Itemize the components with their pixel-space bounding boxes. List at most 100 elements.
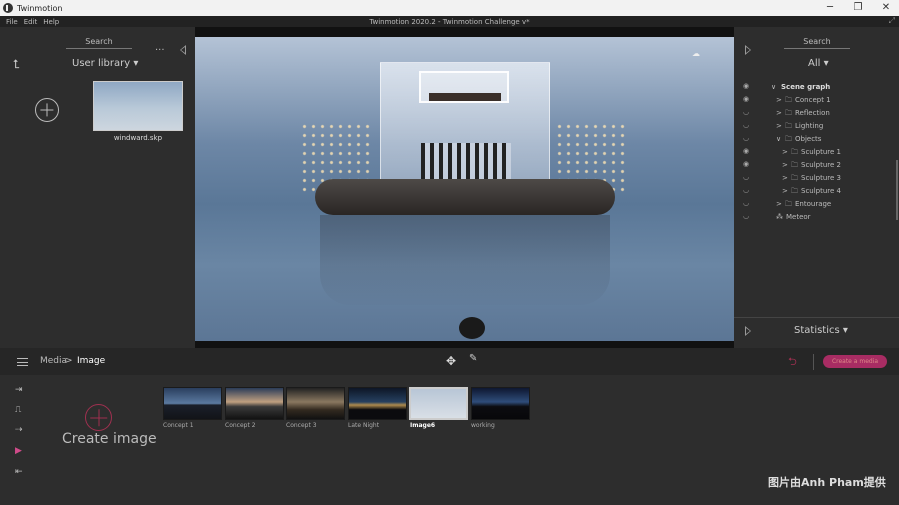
more-options-icon[interactable]: ... xyxy=(155,42,165,53)
menu-hamburger-icon[interactable] xyxy=(17,358,28,366)
path-icon[interactable]: ⇢ xyxy=(15,425,23,435)
scene-graph-label[interactable]: Reflection xyxy=(795,109,830,117)
expand-chevron-icon[interactable]: ∨ xyxy=(771,83,776,91)
expand-chevron-icon[interactable]: > xyxy=(782,174,788,182)
visibility-eye-icon[interactable]: ◡ xyxy=(743,121,749,129)
settings-icon[interactable]: ⎍ xyxy=(15,405,21,415)
visibility-eye-icon[interactable]: ◉ xyxy=(743,82,749,90)
scene-graph-label[interactable]: Lighting xyxy=(795,122,823,130)
create-image-plus-icon[interactable] xyxy=(85,404,112,431)
toolbar-separator xyxy=(813,354,814,370)
sculpture-building[interactable] xyxy=(380,62,550,192)
object-icon[interactable]: ⁂ xyxy=(776,213,783,221)
visibility-eye-icon[interactable]: ◉ xyxy=(743,95,749,103)
scene-graph-row[interactable]: ◡ > 🗀 Sculpture 3 xyxy=(734,173,899,186)
scene-graph-row[interactable]: ◡ > 🗀 Entourage xyxy=(734,199,899,212)
watermark-text: 图片由Anh Pham提供 xyxy=(768,476,886,489)
media-caption: working xyxy=(471,422,495,429)
visibility-eye-icon[interactable]: ◡ xyxy=(743,186,749,194)
3d-viewport[interactable]: ☁ xyxy=(195,27,734,348)
folder-icon: 🗀 xyxy=(785,122,792,130)
create-media-button[interactable]: Create a media xyxy=(823,355,887,368)
media-thumb-late-night[interactable] xyxy=(348,387,407,420)
library-thumbnail[interactable] xyxy=(93,81,183,131)
statistics-expand-icon[interactable] xyxy=(745,326,751,336)
expand-chevron-icon[interactable]: > xyxy=(776,109,782,117)
viewport-scene[interactable]: ☁ xyxy=(195,37,734,341)
statistics-dropdown[interactable]: Statistics ▾ xyxy=(794,325,848,336)
visibility-eye-icon[interactable]: ◡ xyxy=(743,212,749,220)
folder-icon: 🗀 xyxy=(785,96,792,104)
expand-chevron-icon[interactable]: > xyxy=(782,148,788,156)
scene-graph-label[interactable]: Sculpture 2 xyxy=(801,161,841,169)
scene-graph-label[interactable]: Objects xyxy=(795,135,821,143)
scene-panel-scrollbar[interactable] xyxy=(896,160,898,220)
scene-graph-row[interactable]: ◉ > 🗀 Sculpture 2 xyxy=(734,160,899,173)
meteor-object[interactable] xyxy=(459,317,485,339)
scene-graph-label[interactable]: Meteor xyxy=(786,213,811,221)
add-import-icon[interactable] xyxy=(35,98,59,122)
visibility-eye-icon[interactable]: ◡ xyxy=(743,199,749,207)
visibility-eye-icon[interactable]: ◉ xyxy=(743,147,749,155)
collapse-left-panel-icon[interactable] xyxy=(180,45,186,55)
scene-graph-label[interactable]: Sculpture 3 xyxy=(801,174,841,182)
create-image-label[interactable]: Create image xyxy=(62,431,157,447)
scene-filter-dropdown[interactable]: All ▾ xyxy=(808,58,829,69)
fullscreen-icon[interactable]: ⤢ xyxy=(889,16,895,26)
scene-search-label[interactable]: Search xyxy=(784,37,850,46)
expand-chevron-icon[interactable]: > xyxy=(782,187,788,195)
import-icon[interactable]: ⇥ xyxy=(15,385,23,395)
scene-graph-label[interactable]: Sculpture 4 xyxy=(801,187,841,195)
scene-graph-row[interactable]: ◉ > 🗀 Concept 1 xyxy=(734,95,899,108)
close-button[interactable]: ✕ xyxy=(871,0,899,16)
title-bar: Twinmotion ─ ❐ ✕ xyxy=(0,0,899,16)
scene-graph-row[interactable]: ◡ ∨ 🗀 Objects xyxy=(734,134,899,147)
undo-icon[interactable]: ⮌ xyxy=(788,353,797,372)
visibility-eye-icon[interactable]: ◡ xyxy=(743,134,749,142)
scene-graph-label[interactable]: Entourage xyxy=(795,200,831,208)
scene-panel: Search All ▾ ◉ ∨ Scene graph ◉ > 🗀 Concept 1 ◡ >… xyxy=(734,27,899,348)
media-thumb-concept-3[interactable] xyxy=(286,387,345,420)
maximize-button[interactable]: ❐ xyxy=(843,0,873,16)
scene-graph-label[interactable]: Sculpture 1 xyxy=(801,148,841,156)
folder-up-icon[interactable]: ⮤ xyxy=(13,57,20,72)
weather-cloud-icon[interactable]: ☁ xyxy=(692,49,700,58)
expand-chevron-icon[interactable]: > xyxy=(776,200,782,208)
library-search-underline xyxy=(66,48,132,49)
scene-graph-row[interactable]: ◡ > 🗀 Reflection xyxy=(734,108,899,121)
expand-chevron-icon[interactable]: > xyxy=(776,122,782,130)
scene-graph-row[interactable]: ◡ > 🗀 Lighting xyxy=(734,121,899,134)
twinmotion-logo-icon xyxy=(3,3,13,13)
media-toolbar: Media > Image ✥ ✎ ⮌ Create a media xyxy=(0,348,899,375)
library-search-label[interactable]: Search xyxy=(66,37,132,46)
scene-graph-row[interactable]: ◉ > 🗀 Sculpture 1 xyxy=(734,147,899,160)
building-dark-band xyxy=(429,93,501,101)
export-icon[interactable]: ⇤ xyxy=(15,467,23,477)
folder-icon: 🗀 xyxy=(791,161,798,169)
collapse-right-panel-icon[interactable] xyxy=(745,45,751,55)
visibility-eye-icon[interactable]: ◉ xyxy=(743,160,749,168)
scene-graph-row[interactable]: ◡ > 🗀 Sculpture 4 xyxy=(734,186,899,199)
expand-chevron-icon[interactable]: ∨ xyxy=(776,135,781,143)
scene-graph-row[interactable]: ◡ ⁂ Meteor xyxy=(734,212,899,225)
minimize-button[interactable]: ─ xyxy=(815,0,845,16)
move-icon[interactable]: ✥ xyxy=(446,354,456,368)
breadcrumb-media[interactable]: Media xyxy=(40,356,67,366)
scene-graph-label[interactable]: Concept 1 xyxy=(795,96,831,104)
visibility-eye-icon[interactable]: ◡ xyxy=(743,173,749,181)
breadcrumb-image[interactable]: Image xyxy=(77,356,105,366)
pen-icon[interactable]: ✎ xyxy=(469,353,477,364)
scene-graph-row[interactable]: ◉ ∨ Scene graph xyxy=(734,82,899,95)
visibility-eye-icon[interactable]: ◡ xyxy=(743,108,749,116)
scene-graph-label[interactable]: Scene graph xyxy=(781,83,830,91)
rock-island[interactable] xyxy=(315,179,615,215)
media-thumb-concept-1[interactable] xyxy=(163,387,222,420)
library-dropdown[interactable]: User library ▾ xyxy=(72,58,138,69)
media-thumb-concept-2[interactable] xyxy=(225,387,284,420)
media-icon[interactable]: ▶ xyxy=(15,446,22,456)
media-thumb-image6[interactable] xyxy=(409,387,468,420)
expand-chevron-icon[interactable]: > xyxy=(776,96,782,104)
media-thumb-working[interactable] xyxy=(471,387,530,420)
folder-icon: 🗀 xyxy=(785,135,792,143)
expand-chevron-icon[interactable]: > xyxy=(782,161,788,169)
